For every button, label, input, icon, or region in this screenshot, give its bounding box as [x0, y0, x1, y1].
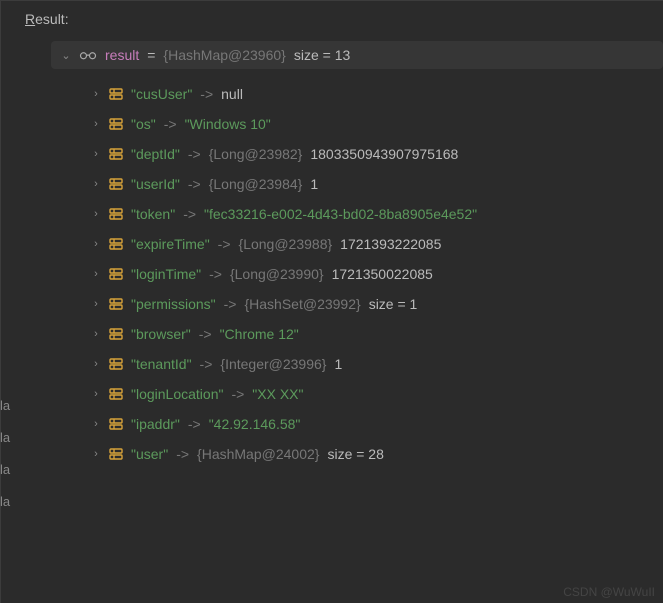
left-gutter: lalalala: [0, 390, 10, 518]
map-entry-icon: [109, 87, 123, 101]
entry-value: size = 1: [369, 296, 418, 312]
map-entry-row[interactable]: › "userId" -> {Long@23984} 1: [81, 169, 663, 199]
size-label: size = 13: [294, 47, 350, 63]
map-entry-icon: [109, 387, 123, 401]
chevron-right-icon[interactable]: ›: [91, 178, 101, 190]
entry-type: {Integer@23996}: [220, 356, 326, 372]
entry-type: {HashSet@23992}: [244, 296, 360, 312]
chevron-right-icon[interactable]: ›: [91, 238, 101, 250]
type-reference: {HashMap@23960}: [163, 47, 285, 63]
chevron-right-icon[interactable]: ›: [91, 268, 101, 280]
map-entry-row[interactable]: › "deptId" -> {Long@23982} 1803350943907975…: [81, 139, 663, 169]
map-entry-row[interactable]: › "ipaddr" -> "42.92.146.58": [81, 409, 663, 439]
chevron-right-icon[interactable]: ›: [91, 418, 101, 430]
entry-value: "fec33216-e002-4d43-bd02-8ba8905e4e52": [204, 206, 477, 222]
entry-key: "token": [131, 206, 175, 222]
entry-key: "cusUser": [131, 86, 192, 102]
map-entry-row[interactable]: › "browser" -> "Chrome 12": [81, 319, 663, 349]
entry-value: "XX XX": [252, 386, 303, 402]
map-entry-icon: [109, 447, 123, 461]
entry-key: "ipaddr": [131, 416, 180, 432]
map-entry-icon: [109, 147, 123, 161]
map-entry-icon: [109, 357, 123, 371]
equals-sign: =: [147, 47, 155, 63]
map-entry-icon: [109, 237, 123, 251]
variable-name: result: [105, 47, 139, 63]
entry-type: {Long@23984}: [209, 176, 303, 192]
arrow-separator: ->: [209, 266, 222, 282]
map-entry-icon: [109, 417, 123, 431]
entry-type: {Long@23990}: [230, 266, 324, 282]
entry-key: "os": [131, 116, 156, 132]
map-entry-row[interactable]: › "os" -> "Windows 10": [81, 109, 663, 139]
map-entry-icon: [109, 267, 123, 281]
arrow-separator: ->: [200, 86, 213, 102]
watch-icon: [79, 49, 97, 61]
entry-key: "expireTime": [131, 236, 210, 252]
arrow-separator: ->: [188, 416, 201, 432]
arrow-separator: ->: [199, 326, 212, 342]
map-entry-row[interactable]: › "tenantId" -> {Integer@23996} 1: [81, 349, 663, 379]
watermark-text: CSDN @WuWuII: [563, 585, 655, 599]
arrow-separator: ->: [224, 296, 237, 312]
chevron-right-icon[interactable]: ›: [91, 148, 101, 160]
entry-value: 1: [310, 176, 318, 192]
map-entry-icon: [109, 327, 123, 341]
chevron-right-icon[interactable]: ›: [91, 208, 101, 220]
entry-value: 1721350022085: [332, 266, 433, 282]
result-label: Result:: [25, 11, 663, 27]
arrow-separator: ->: [164, 116, 177, 132]
arrow-separator: ->: [218, 236, 231, 252]
chevron-right-icon[interactable]: ›: [91, 448, 101, 460]
arrow-separator: ->: [231, 386, 244, 402]
chevron-right-icon[interactable]: ›: [91, 88, 101, 100]
entry-value: 1: [334, 356, 342, 372]
map-entry-row[interactable]: › "token" -> "fec33216-e002-4d43-bd02-8ba8…: [81, 199, 663, 229]
entry-key: "loginLocation": [131, 386, 223, 402]
entry-value: 1721393222085: [340, 236, 441, 252]
entry-value: 1803350943907975168: [310, 146, 458, 162]
entry-type: {Long@23982}: [209, 146, 303, 162]
entry-key: "permissions": [131, 296, 216, 312]
chevron-right-icon[interactable]: ›: [91, 328, 101, 340]
chevron-right-icon[interactable]: ›: [91, 298, 101, 310]
entry-key: "deptId": [131, 146, 180, 162]
entry-type: {Long@23988}: [239, 236, 333, 252]
entry-value: "42.92.146.58": [209, 416, 301, 432]
arrow-separator: ->: [200, 356, 213, 372]
entry-key: "userId": [131, 176, 180, 192]
map-entry-icon: [109, 297, 123, 311]
map-entry-icon: [109, 117, 123, 131]
map-entry-icon: [109, 207, 123, 221]
chevron-right-icon[interactable]: ›: [91, 358, 101, 370]
entry-key: "loginTime": [131, 266, 201, 282]
chevron-down-icon[interactable]: ⌄: [61, 49, 71, 62]
arrow-separator: ->: [188, 146, 201, 162]
map-entry-row[interactable]: › "expireTime" -> {Long@23988} 172139322208…: [81, 229, 663, 259]
result-variable-row[interactable]: ⌄ result = {HashMap@23960} size = 13: [51, 41, 663, 69]
map-entry-row[interactable]: › "cusUser" -> null: [81, 79, 663, 109]
chevron-right-icon[interactable]: ›: [91, 118, 101, 130]
chevron-right-icon[interactable]: ›: [91, 388, 101, 400]
entry-key: "user": [131, 446, 168, 462]
entry-value: size = 28: [327, 446, 383, 462]
arrow-separator: ->: [183, 206, 196, 222]
map-entry-row[interactable]: › "permissions" -> {HashSet@23992} size = …: [81, 289, 663, 319]
entry-type: {HashMap@24002}: [197, 446, 319, 462]
map-entry-row[interactable]: › "user" -> {HashMap@24002} size = 28: [81, 439, 663, 469]
entry-key: "tenantId": [131, 356, 192, 372]
entry-value: "Chrome 12": [220, 326, 299, 342]
map-entry-row[interactable]: › "loginLocation" -> "XX XX": [81, 379, 663, 409]
debug-variables-panel: Result: ⌄ result = {HashMap@23960} size …: [0, 0, 663, 603]
entry-key: "browser": [131, 326, 191, 342]
map-entry-row[interactable]: › "loginTime" -> {Long@23990} 1721350022085: [81, 259, 663, 289]
map-entry-icon: [109, 177, 123, 191]
arrow-separator: ->: [188, 176, 201, 192]
entry-value: "Windows 10": [185, 116, 271, 132]
entry-value: null: [221, 86, 243, 102]
arrow-separator: ->: [176, 446, 189, 462]
